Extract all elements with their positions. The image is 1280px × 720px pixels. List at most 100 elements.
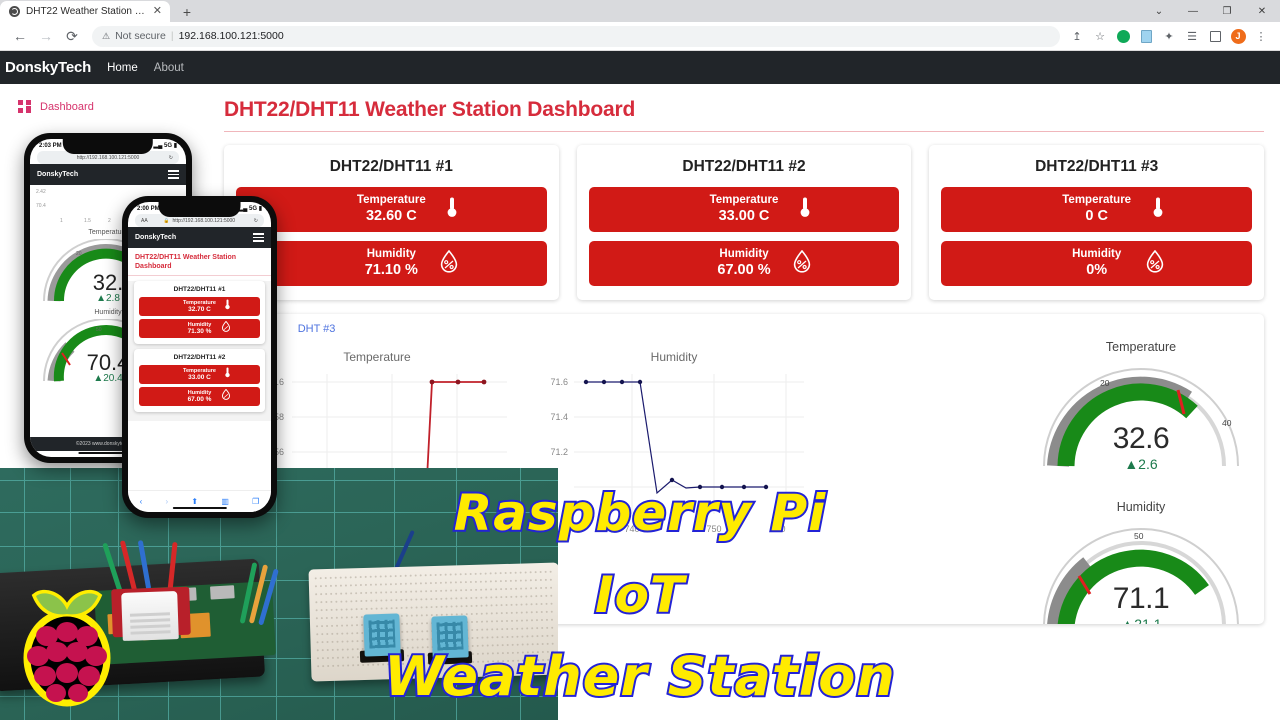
- maximize-icon[interactable]: ❐: [1210, 0, 1244, 22]
- phone-brand: DonskyTech: [135, 233, 177, 241]
- hamburger-menu-icon[interactable]: [168, 168, 179, 181]
- thermometer-icon: [224, 365, 231, 383]
- phone-axis-label: 70.4: [36, 202, 46, 209]
- gauge-title: Temperature: [1105, 340, 1177, 354]
- humidity-metric: Humidity 71.10 %: [236, 241, 547, 286]
- phone-sensor-card-2: DHT22/DHT11 #2 Temperature 33.00 C Humid…: [134, 348, 265, 412]
- nav-link-about[interactable]: About: [154, 62, 184, 74]
- hamburger-menu-icon[interactable]: [253, 231, 264, 244]
- metric-value: 33.00 C: [188, 373, 211, 381]
- phone-time: 2:00 PM: [137, 205, 160, 212]
- menu-kebab-icon[interactable]: ⋮: [1250, 25, 1272, 47]
- tab-title: DHT22 Weather Station Project: [26, 6, 147, 17]
- metric-label: Temperature: [1062, 194, 1132, 206]
- phone-axis-label: 1.5: [84, 217, 91, 224]
- grammarly-icon[interactable]: [1112, 25, 1134, 47]
- sensor-card-row: DHT22/DHT11 #1 Temperature 32.60 C Humid…: [208, 132, 1280, 300]
- phone-card-title: DHT22/DHT11 #1: [173, 285, 226, 293]
- phone-humidity-metric: Humidity 67.00 %: [139, 386, 260, 406]
- phone-temperature-metric: Temperature 33.00 C: [139, 364, 260, 384]
- split-view-icon[interactable]: [1204, 25, 1226, 47]
- sidebar-item-label: Dashboard: [40, 100, 94, 113]
- temperature-gauge: Temperature 20 40 32.6 ▲2.6: [1026, 340, 1256, 472]
- bookmark-star-icon[interactable]: ☆: [1089, 25, 1111, 47]
- profile-avatar[interactable]: J: [1227, 25, 1249, 47]
- window-controls: ⌄ — ❐ ✕: [1142, 0, 1280, 22]
- metric-value: 71.30 %: [187, 327, 212, 335]
- forward-icon[interactable]: →: [34, 24, 58, 48]
- clipboard-icon[interactable]: [1135, 25, 1157, 47]
- nav-link-home[interactable]: Home: [107, 62, 138, 74]
- phone-signal: ▂▄ 5G ▮: [238, 206, 262, 212]
- metric-value: 32.60 C: [365, 208, 417, 224]
- gauge-graphic: 20 40 32.6 ▲2.6: [1026, 354, 1256, 472]
- security-status-label: Not secure: [115, 30, 166, 42]
- new-tab-button[interactable]: +: [176, 2, 198, 22]
- phone-sensor-card-1: DHT22/DHT11 #1 Temperature 32.70 C Humid…: [134, 280, 265, 344]
- window-close-icon[interactable]: ✕: [1244, 0, 1280, 22]
- phone-temperature-metric: Temperature 32.70 C: [139, 296, 260, 316]
- metric-label: Temperature: [356, 194, 426, 206]
- browser-tab[interactable]: DHT22 Weather Station Project ✕: [0, 1, 170, 22]
- close-icon[interactable]: ✕: [153, 6, 162, 17]
- sensor-card-title: DHT22/DHT11 #2: [682, 158, 806, 175]
- sidebar-item-dashboard[interactable]: Dashboard: [0, 84, 208, 113]
- phone-notch: [158, 202, 241, 217]
- page-title: DHT22/DHT11 Weather Station Dashboard: [224, 98, 636, 121]
- reload-icon[interactable]: ⟳: [60, 24, 84, 48]
- phone-card-title: DHT22/DHT11 #2: [173, 353, 226, 361]
- overlay-title-line-1: Raspberry Pi: [452, 482, 828, 544]
- phone-signal: ▂▄ 5G ▮: [153, 143, 177, 149]
- phone-brand: DonskyTech: [37, 170, 79, 178]
- text-size-button[interactable]: AA: [141, 218, 148, 224]
- phone-screen: 2:00 PM ▂▄ 5G ▮ AA 🔒 http://192.168.100.…: [128, 202, 271, 512]
- metric-value: 67.00 %: [717, 262, 771, 278]
- phone-axis-label: 2.42: [36, 188, 46, 195]
- phone-url-text: http://192.168.100.121:5000: [172, 217, 236, 224]
- thermometer-icon: [1151, 196, 1165, 223]
- phone-app-navbar: DonskyTech: [128, 227, 271, 248]
- overlay-title-line-2: IoT: [593, 564, 686, 626]
- gauge-delta: ▲2.6: [1124, 456, 1158, 472]
- metric-value: 0 C: [1085, 208, 1108, 224]
- metric-label: Humidity: [1072, 248, 1122, 260]
- sensor-card-title: DHT22/DHT11 #1: [329, 158, 453, 175]
- metric-label: Temperature: [709, 194, 779, 206]
- brand-logo[interactable]: DonskyTech: [5, 59, 91, 76]
- metric-value: 33.00 C: [718, 208, 770, 224]
- tab-dht-3[interactable]: DHT #3: [298, 323, 350, 344]
- temperature-metric: Temperature 32.60 C: [236, 187, 547, 232]
- phone-card-list: DHT22/DHT11 #1 Temperature 32.70 C Humid…: [128, 280, 271, 421]
- reading-list-icon[interactable]: ☰: [1181, 25, 1203, 47]
- gauge-value: 32.6: [1112, 422, 1170, 455]
- reload-icon[interactable]: ↻: [169, 155, 173, 161]
- metric-value: 67.00 %: [187, 395, 212, 403]
- toolbar-icon-group: ↥ ☆ ✦ ☰ J ⋮: [1066, 25, 1272, 47]
- reload-icon[interactable]: ↻: [254, 218, 258, 224]
- overlay-title-line-3: Weather Station: [382, 643, 896, 710]
- y-tick-1: 71.4: [550, 412, 568, 422]
- address-bar[interactable]: ⚠ Not secure | 192.168.100.121:5000: [92, 25, 1060, 47]
- phone-humidity-metric: Humidity 71.30 %: [139, 318, 260, 338]
- humidity-drop-icon: [221, 319, 231, 337]
- extensions-puzzle-icon[interactable]: ✦: [1158, 25, 1180, 47]
- temperature-metric: Temperature 0 C: [941, 187, 1253, 232]
- phone-notch: [62, 139, 154, 154]
- phone-url-text: http://192.168.100.121:5000: [76, 154, 140, 161]
- phone-gauge-tick: 20: [76, 251, 82, 257]
- browser-toolbar: ← → ⟳ ⚠ Not secure | 192.168.100.121:500…: [0, 22, 1280, 51]
- omnibox-separator: |: [170, 30, 174, 42]
- chevron-down-icon[interactable]: ⌄: [1142, 0, 1176, 22]
- minimize-icon[interactable]: —: [1176, 0, 1210, 22]
- lock-icon: 🔒: [163, 217, 170, 223]
- tab-favicon-icon: [9, 6, 20, 17]
- back-icon[interactable]: ←: [8, 24, 32, 48]
- phone-time: 2:03 PM: [39, 142, 62, 149]
- thermometer-icon: [798, 196, 812, 223]
- humidity-drop-icon: [792, 249, 812, 278]
- phone-gauge-tick: 50: [96, 327, 102, 333]
- metric-value: 0%: [1086, 262, 1108, 278]
- phone-mockup-2: 2:00 PM ▂▄ 5G ▮ AA 🔒 http://192.168.100.…: [122, 196, 277, 518]
- share-icon[interactable]: ↥: [1066, 25, 1088, 47]
- url-text: 192.168.100.121:5000: [178, 30, 284, 42]
